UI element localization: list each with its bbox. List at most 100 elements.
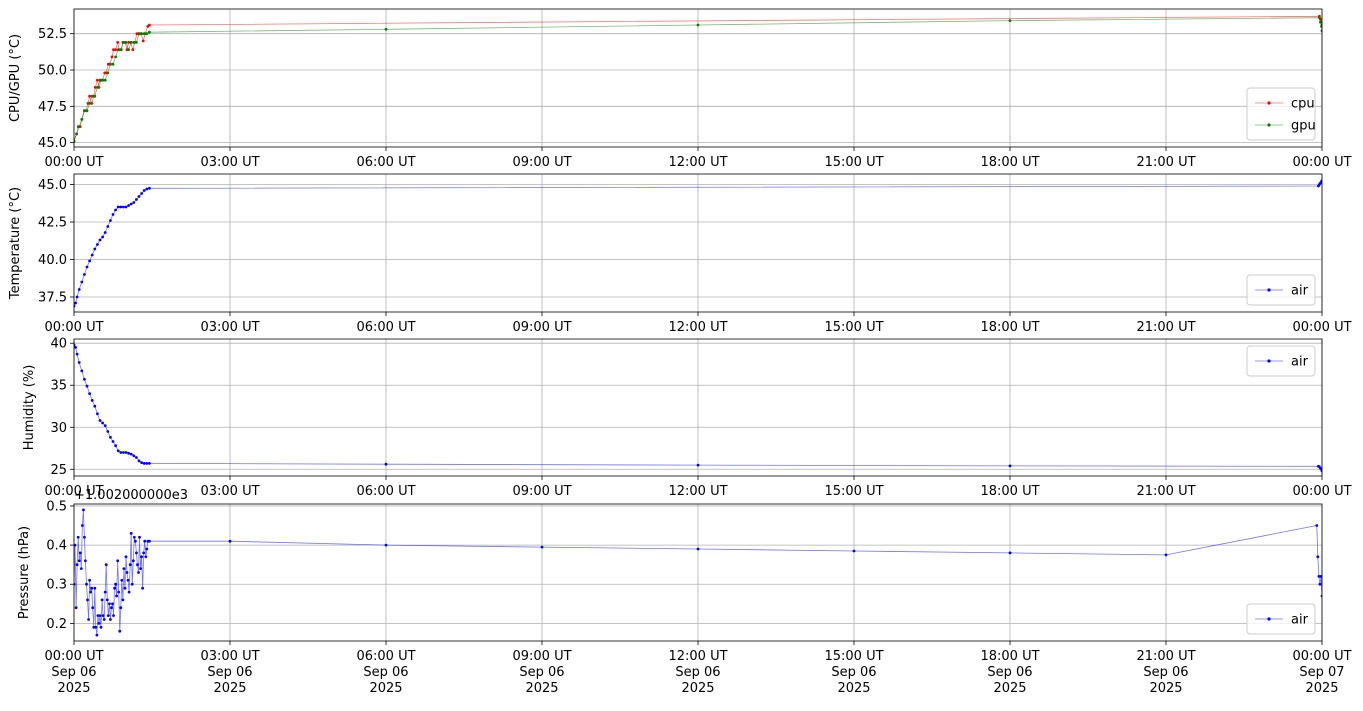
legend-label: air bbox=[1291, 284, 1309, 299]
x-tick-label: 06:00 UT bbox=[356, 155, 415, 170]
data-point bbox=[140, 461, 144, 464]
y-tick-label: 37.5 bbox=[38, 291, 67, 306]
x-tick-label-line: 18:00 UT bbox=[980, 484, 1039, 499]
data-point bbox=[106, 225, 110, 228]
data-point bbox=[148, 539, 151, 543]
data-point bbox=[75, 563, 79, 567]
data-point bbox=[101, 235, 104, 239]
data-point bbox=[142, 551, 146, 555]
x-tick-label-line: 09:00 UT bbox=[512, 155, 571, 170]
data-point bbox=[96, 243, 99, 246]
x-tick-label-line: 21:00 UT bbox=[1136, 484, 1195, 499]
data-point bbox=[97, 622, 101, 625]
data-point bbox=[85, 384, 89, 388]
data-point bbox=[85, 582, 88, 586]
x-tick-label-line: 18:00 UT bbox=[980, 155, 1039, 170]
x-tick-label-line: 15:00 UT bbox=[824, 649, 883, 664]
data-point bbox=[75, 295, 79, 299]
x-tick-label: 12:00 UT bbox=[668, 320, 727, 335]
x-tick-label-line: 09:00 UT bbox=[512, 484, 571, 499]
x-tick-label: 00:00 UT bbox=[1292, 484, 1351, 499]
data-point bbox=[136, 563, 139, 567]
data-point bbox=[110, 55, 114, 59]
data-point bbox=[116, 205, 120, 209]
data-point bbox=[80, 118, 84, 121]
data-point bbox=[106, 614, 110, 617]
data-point bbox=[120, 578, 124, 582]
data-point bbox=[83, 273, 86, 276]
data-point bbox=[129, 452, 133, 456]
data-point bbox=[116, 559, 120, 563]
data-point bbox=[118, 629, 122, 633]
x-tick-label-line: 2025 bbox=[525, 681, 558, 696]
data-point bbox=[122, 41, 125, 44]
data-point bbox=[384, 27, 388, 31]
x-tick-label-line: 00:00 UT bbox=[44, 155, 103, 170]
y-tick-label: 0.4 bbox=[46, 539, 67, 554]
data-point bbox=[108, 602, 111, 606]
data-point bbox=[119, 48, 123, 52]
x-tick-label-line: Sep 06 bbox=[1143, 665, 1188, 680]
data-point bbox=[131, 48, 135, 52]
y-offset-label: +1.002000000e3 bbox=[74, 488, 188, 503]
y-tick-label: 0.3 bbox=[46, 578, 67, 593]
data-point bbox=[88, 94, 91, 98]
y-tick-label: 0.5 bbox=[46, 499, 67, 514]
x-tick-label-line: 2025 bbox=[213, 681, 246, 696]
x-tick-label-line: Sep 06 bbox=[987, 665, 1032, 680]
data-point bbox=[98, 238, 102, 242]
data-point bbox=[148, 23, 151, 27]
chart-panel-3: 25 30 35 40 00:00 UT 03:00 UT 06:00 UT 09:00 UT… bbox=[22, 337, 1352, 499]
data-point bbox=[80, 524, 84, 527]
y-axis-label: CPU/GPU (°C) bbox=[8, 34, 23, 122]
data-point bbox=[101, 78, 104, 82]
x-tick-label: 00:00 UT bbox=[44, 320, 103, 335]
data-point bbox=[101, 421, 104, 425]
x-tick-label: 21:00 UT bbox=[1136, 320, 1195, 335]
x-tick-label: 00:00 UT bbox=[44, 155, 103, 170]
data-point bbox=[93, 404, 97, 408]
data-point bbox=[148, 186, 151, 190]
data-point bbox=[132, 41, 136, 44]
data-point bbox=[1320, 25, 1322, 28]
data-point bbox=[74, 301, 77, 305]
x-tick-label-line: 06:00 UT bbox=[356, 155, 415, 170]
data-point bbox=[228, 539, 232, 543]
legend-label: air bbox=[1291, 613, 1309, 628]
data-point bbox=[132, 201, 136, 204]
data-point bbox=[148, 30, 151, 34]
data-point bbox=[94, 625, 98, 629]
x-tick-label: 18:00 UT bbox=[980, 484, 1039, 499]
x-tick-label-line: 12:00 UT bbox=[668, 484, 727, 499]
x-tick-label: 00:00 UT Sep 07 2025 bbox=[1292, 649, 1351, 696]
x-tick-label: 18:00 UT Sep 06 2025 bbox=[980, 649, 1039, 696]
data-point bbox=[138, 535, 141, 539]
data-point bbox=[384, 543, 388, 547]
x-tick-label-line: 03:00 UT bbox=[200, 155, 259, 170]
data-point bbox=[80, 369, 84, 373]
data-point bbox=[115, 594, 118, 598]
data-point bbox=[93, 247, 97, 251]
data-point bbox=[123, 586, 127, 590]
x-tick-label: 21:00 UT bbox=[1136, 484, 1195, 499]
x-tick-label: 21:00 UT Sep 06 2025 bbox=[1136, 649, 1195, 696]
data-point bbox=[134, 539, 137, 543]
legend: air bbox=[1246, 603, 1316, 635]
data-point bbox=[88, 578, 91, 582]
x-tick-label: 09:00 UT bbox=[512, 155, 571, 170]
data-point bbox=[86, 598, 89, 602]
data-point bbox=[87, 618, 90, 621]
data-point bbox=[540, 545, 544, 549]
x-tick-label-line: 06:00 UT bbox=[356, 320, 415, 335]
legend: air bbox=[1246, 274, 1316, 306]
x-tick-label-line: Sep 06 bbox=[675, 665, 720, 680]
y-tick-label: 50.0 bbox=[38, 64, 67, 79]
y-tick-label: 40 bbox=[50, 337, 67, 352]
data-point bbox=[129, 532, 133, 535]
y-tick-label: 35 bbox=[50, 379, 67, 394]
legend-label: cpu bbox=[1291, 97, 1315, 112]
data-point bbox=[77, 288, 81, 291]
data-point bbox=[1164, 553, 1168, 557]
data-point bbox=[127, 48, 130, 52]
data-point bbox=[1318, 16, 1321, 20]
